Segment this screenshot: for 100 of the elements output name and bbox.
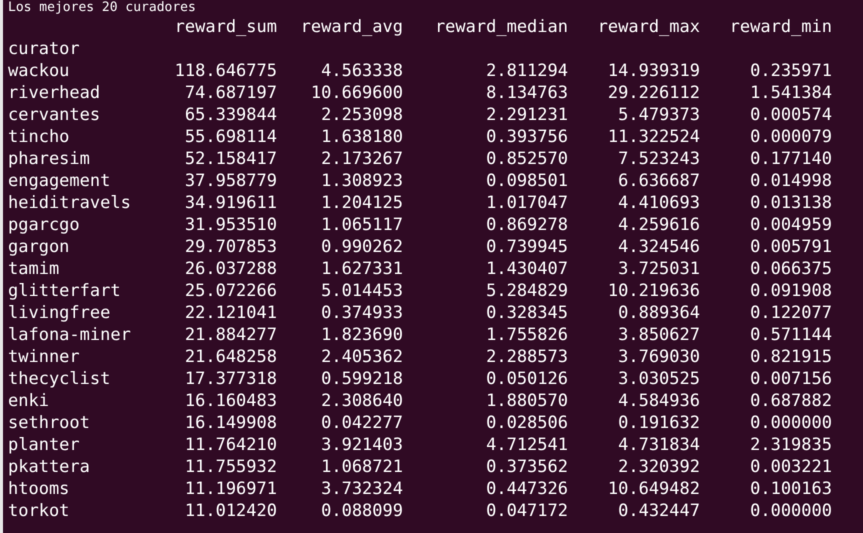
table-cell-text: 6.636687 (617, 170, 700, 192)
table-cell-text: 1.204125 (320, 192, 403, 214)
table-cell-text: 3.850627 (617, 324, 700, 346)
table-cell-text: 1.065117 (320, 214, 403, 236)
table-cell-text: 2.253098 (320, 104, 403, 126)
table-cell-text: 25.072266 (184, 280, 277, 302)
table-cell-text: 2.405362 (320, 346, 403, 368)
table-cell-text: 0.393756 (485, 126, 568, 148)
row-label: tincho (8, 126, 70, 148)
table-cell-text: 0.088099 (320, 500, 403, 522)
table-cell-text: 2.320392 (617, 456, 700, 478)
table-cell-text: 1.755826 (485, 324, 568, 346)
table-cell-text: 0.100163 (749, 478, 832, 500)
table-cell-text: 0.047172 (485, 500, 568, 522)
row-label: twinner (8, 346, 81, 368)
column-header: reward_sum (174, 16, 277, 38)
table-cell-text: 0.091908 (749, 280, 832, 302)
table-cell-text: 26.037288 (184, 258, 277, 280)
table-cell-text: 5.479373 (617, 104, 700, 126)
table-cell-text: 3.769030 (617, 346, 700, 368)
table-cell-text: 3.030525 (617, 368, 700, 390)
table-cell-text: 118.646775 (174, 60, 277, 82)
table-cell-text: 31.953510 (184, 214, 277, 236)
table-cell-text: 0.373562 (485, 456, 568, 478)
table-cell-text: 11.764210 (184, 434, 277, 456)
row-label: engagement (8, 170, 112, 192)
table-cell-text: 0.042277 (320, 412, 403, 434)
table-cell-text: 0.447326 (485, 478, 568, 500)
table-cell-text: 29.707853 (184, 236, 277, 258)
column-header: reward_avg (300, 16, 403, 38)
table-cell-text: 10.669600 (310, 82, 403, 104)
table-cell-text: 21.884277 (184, 324, 277, 346)
table-cell-text: 0.821915 (749, 346, 832, 368)
column-header: reward_max (596, 16, 700, 38)
table-cell-text: 4.410693 (617, 192, 700, 214)
table-cell-text: 2.319835 (749, 434, 832, 456)
table-cell-text: 14.939319 (606, 60, 700, 82)
row-label: tamim (8, 258, 60, 280)
table-cell-text: 0.000574 (749, 104, 832, 126)
table-cell-text: 7.523243 (617, 148, 700, 170)
table-cell-text: 4.324546 (617, 236, 700, 258)
table-cell-text: 4.259616 (617, 214, 700, 236)
table-cell-text: 0.432447 (617, 500, 700, 522)
table-cell-text: 5.014453 (320, 280, 403, 302)
table-cell-text: 0.098501 (485, 170, 568, 192)
table-cell-text: 10.219636 (606, 280, 700, 302)
table-cell-text: 65.339844 (184, 104, 277, 126)
row-label: cervantes (8, 104, 102, 126)
table-cell-text: 1.541384 (749, 82, 832, 104)
row-label: pkattera (8, 456, 91, 478)
table-cell-text: 0.013138 (749, 192, 832, 214)
table-cell-text: 29.226112 (606, 82, 700, 104)
table-cell-text: 1.880570 (485, 390, 568, 412)
table-cell-text: 3.725031 (617, 258, 700, 280)
table-cell-text: 3.921403 (320, 434, 403, 456)
column-header: reward_median (434, 16, 568, 38)
table-cell-text: 0.000000 (749, 412, 832, 434)
table-cell-text: 2.288573 (485, 346, 568, 368)
table-cell-text: 1.823690 (320, 324, 403, 346)
table-cell-text: 16.160483 (184, 390, 277, 412)
table-cell-text: 1.308923 (320, 170, 403, 192)
table-cell-text: 21.648258 (184, 346, 277, 368)
table-cell-text: 5.284829 (485, 280, 568, 302)
table-cell-text: 0.007156 (749, 368, 832, 390)
table-cell-text: 1.430407 (485, 258, 568, 280)
table-cell-text: 8.134763 (485, 82, 568, 104)
row-label: livingfree (8, 302, 112, 324)
table-cell-text: 4.584936 (617, 390, 700, 412)
table-cell-text: 2.173267 (320, 148, 403, 170)
table-cell-text: 4.731834 (617, 434, 700, 456)
row-label: heiditravels (8, 192, 132, 214)
output-title: Los mejores 20 curadores (8, 0, 197, 16)
table-cell-text: 0.739945 (485, 236, 568, 258)
table-cell-text: 1.068721 (320, 456, 403, 478)
table-cell-text: 0.000079 (749, 126, 832, 148)
table-cell-text: 0.003221 (749, 456, 832, 478)
row-label: pgarcgo (8, 214, 81, 236)
table-cell-text: 0.014998 (749, 170, 832, 192)
row-label: enki (8, 390, 50, 412)
table-cell-text: 11.196971 (184, 478, 277, 500)
row-label: htooms (8, 478, 70, 500)
table-cell-text: 11.012420 (184, 500, 277, 522)
table-cell-text: 74.687197 (184, 82, 277, 104)
table-cell-text: 52.158417 (184, 148, 277, 170)
table-cell-text: 34.919611 (184, 192, 277, 214)
table-cell-text: 16.149908 (184, 412, 277, 434)
table-cell-text: 0.687882 (749, 390, 832, 412)
row-label: thecyclist (8, 368, 112, 390)
table-cell-text: 1.017047 (485, 192, 568, 214)
table-cell-text: 55.698114 (184, 126, 277, 148)
table-cell-text: 0.571144 (749, 324, 832, 346)
table-cell-text: 1.638180 (320, 126, 403, 148)
table-cell-text: 0.869278 (485, 214, 568, 236)
table-cell-text: 0.889364 (617, 302, 700, 324)
table-cell-text: 0.050126 (485, 368, 568, 390)
table-cell-text: 17.377318 (184, 368, 277, 390)
table-cell-text: 3.732324 (320, 478, 403, 500)
table-cell-text: 37.958779 (184, 170, 277, 192)
table-cell-text: 0.191632 (617, 412, 700, 434)
table-cell-text: 0.004959 (749, 214, 832, 236)
